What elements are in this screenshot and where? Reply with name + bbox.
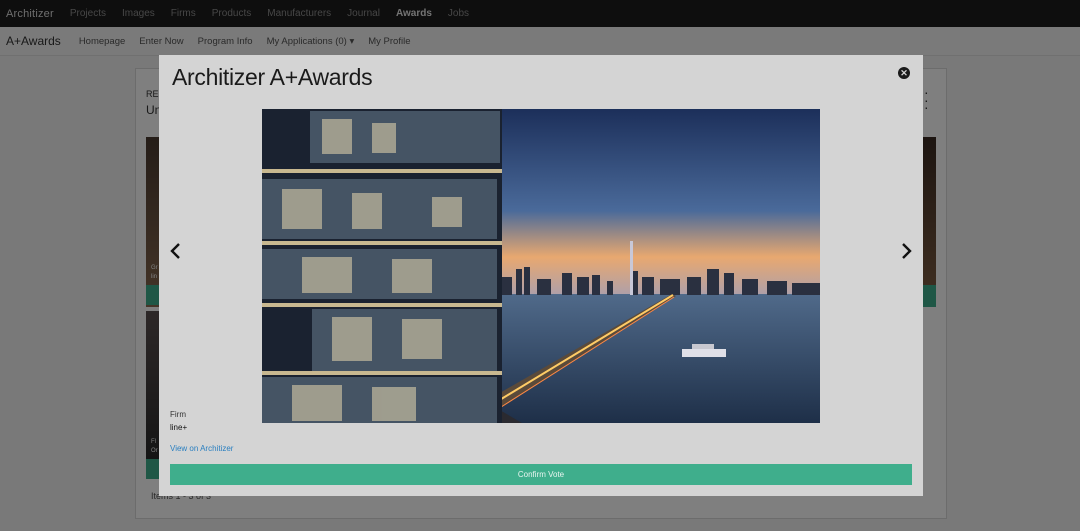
close-icon[interactable]: ✕	[898, 67, 910, 79]
chevron-right-icon[interactable]	[895, 239, 917, 263]
firm-name: line+	[170, 423, 188, 432]
entry-modal: Architizer A+Awards ✕ Firm line+ View on…	[159, 55, 923, 496]
confirm-vote-button[interactable]: Confirm Vote	[170, 464, 912, 485]
modal-logo: Architizer A+Awards	[172, 64, 373, 91]
chevron-left-icon[interactable]	[165, 239, 187, 263]
modal-logo-architizer: Architizer	[172, 64, 265, 90]
firm-label: Firm	[170, 410, 186, 419]
project-image	[262, 109, 820, 423]
modal-logo-awards: A+Awards	[264, 64, 373, 90]
view-on-architizer-link[interactable]: View on Architizer	[170, 444, 233, 453]
